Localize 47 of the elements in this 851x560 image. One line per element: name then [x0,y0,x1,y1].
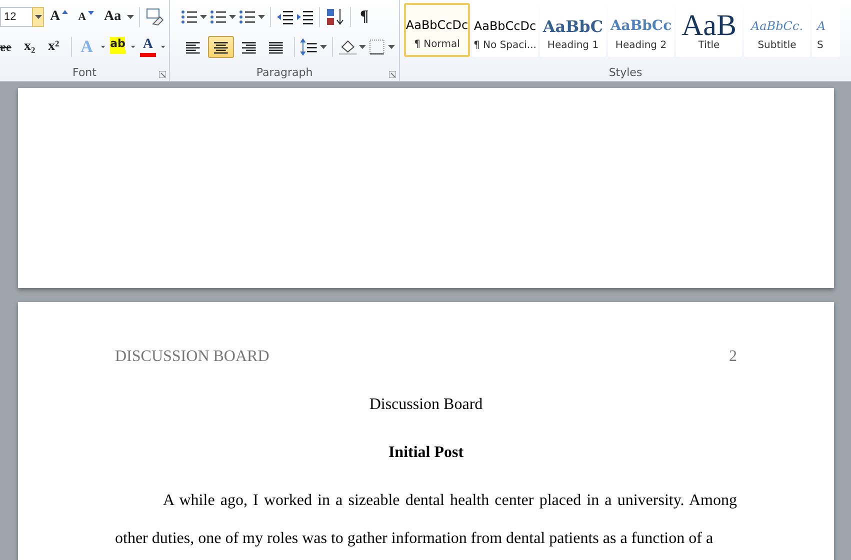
caret-icon[interactable] [127,15,134,19]
superscript-button[interactable]: x² [44,36,66,58]
font-size-field[interactable]: 12 [0,7,32,27]
group-label: Paragraph [256,66,313,79]
caret-icon[interactable] [229,15,236,19]
align-button[interactable] [208,36,234,58]
highlight-button[interactable]: ab [106,36,129,58]
align-icon [212,39,230,55]
section-heading: Initial Post [387,444,465,462]
caret-icon [34,15,42,19]
running-header: DISCUSSION BOARD [115,348,270,366]
subscript-button[interactable]: x₂ [20,36,42,58]
sort-icon[interactable] [325,8,345,26]
body-paragraph: A while ago, I worked in a sizeable dental health center placed in a university. Among other duties, one of my roles was to gather information from dental patients as a function of a [115,491,737,549]
align-icon [184,39,202,55]
font-size-dropdown[interactable] [32,7,44,27]
caret-icon[interactable] [130,45,135,49]
style-option[interactable]: AaBbCcDc ¶ Normal [404,3,470,57]
caret-icon[interactable] [160,45,166,49]
borders-icon[interactable] [368,38,386,56]
strikethrough-button[interactable]: ɐe [0,36,18,58]
caret-icon[interactable] [200,15,207,19]
caret-icon[interactable] [388,45,396,49]
align-icon [267,39,286,55]
group-label: Font [72,66,96,79]
dialog-launcher-icon[interactable] [159,71,166,78]
font-color-button[interactable]: A [136,36,159,58]
bullets-icon[interactable] [180,9,198,25]
caret-icon[interactable] [100,45,105,49]
up-triangle-icon [62,10,68,14]
caret-icon[interactable] [359,45,366,49]
caret-icon[interactable] [258,15,265,19]
page-number: 2 [729,348,737,366]
down-triangle-icon [88,11,94,15]
shrink-font-button[interactable]: A [74,6,98,28]
clear-formatting-icon[interactable] [145,7,165,27]
decrease-indent-icon[interactable] [276,9,294,25]
caret-icon[interactable] [320,45,327,49]
line-spacing-icon[interactable] [300,38,318,56]
dialog-launcher-icon[interactable] [389,71,396,78]
show-formatting-button[interactable]: ¶ [356,6,378,28]
grow-font-button[interactable]: A [46,6,72,28]
document-title: Discussion Board [368,396,484,414]
group-label: Styles [608,66,642,79]
align-icon [240,39,258,55]
increase-indent-icon[interactable] [296,9,314,25]
change-case-button[interactable]: Aa [100,6,126,28]
